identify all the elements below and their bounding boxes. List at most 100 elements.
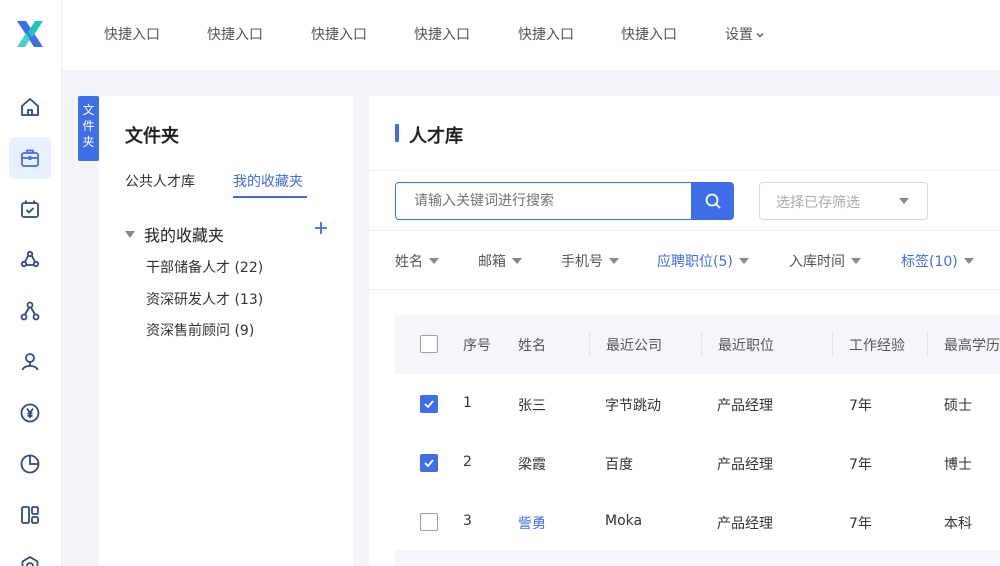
rail-calendar[interactable] [9, 188, 51, 230]
rail-org[interactable] [9, 290, 51, 332]
filter-tags[interactable]: 标签(10) [901, 251, 974, 271]
cell-education: 本科 [944, 516, 972, 532]
tree-item-cadre-reserve[interactable]: 干部储备人才 (22) [146, 257, 263, 277]
filter-entry-time[interactable]: 入库时间 [789, 251, 861, 271]
col-header-recent-company[interactable]: 最近公司 [606, 335, 662, 355]
col-header-name[interactable]: 姓名 [518, 335, 546, 355]
col-header-index: 序号 [463, 338, 491, 354]
active-tab-indicator [233, 196, 307, 198]
nav-settings-menu[interactable]: 设置 [725, 24, 765, 44]
col-header-education[interactable]: 最高学历 [944, 335, 1000, 355]
rail-layout[interactable] [9, 494, 51, 536]
table-row[interactable]: 3 訾勇 Moka 产品经理 7年 本科 [395, 492, 1000, 551]
checkmark-icon [424, 459, 434, 468]
search-icon [705, 193, 721, 209]
search-input[interactable] [395, 182, 692, 220]
filter-applied-position[interactable]: 应聘职位(5) [657, 251, 749, 271]
settings-icon [21, 555, 39, 566]
nav-settings-label: 设置 [725, 27, 753, 43]
cell-name[interactable]: 梁霞 [518, 454, 546, 474]
col-header-recent-position[interactable]: 最近职位 [718, 335, 774, 355]
caret-down-icon [125, 231, 135, 238]
rail-user[interactable] [9, 341, 51, 383]
filter-name[interactable]: 姓名 [395, 251, 439, 271]
caret-down-icon [738, 258, 749, 264]
filter-name-label: 姓名 [395, 254, 423, 270]
nav-quick-entry-4[interactable]: 快捷入口 [414, 24, 470, 44]
user-icon [21, 353, 39, 371]
org-nodes-icon [20, 301, 40, 321]
tree-root-my-favorites[interactable]: 我的收藏夹 [125, 222, 224, 246]
briefcase-icon [21, 149, 39, 167]
cell-education: 硕士 [944, 398, 972, 414]
tree-item-senior-rd[interactable]: 资深研发人才 (13) [146, 289, 263, 309]
column-separator [927, 332, 928, 356]
divider [369, 289, 1000, 290]
cell-recent-company: 字节跳动 [605, 398, 661, 414]
x-logo[interactable] [15, 20, 45, 48]
divider [369, 230, 1000, 231]
cell-name-link[interactable]: 訾勇 [518, 513, 546, 533]
cell-education: 博士 [944, 457, 972, 473]
search-button[interactable] [691, 182, 734, 220]
folder-side-tab[interactable]: 文件夹 [78, 96, 99, 161]
tree-item-senior-presales[interactable]: 资深售前顾问 (9) [146, 320, 254, 340]
nav-quick-entry-6[interactable]: 快捷入口 [621, 24, 677, 44]
row-checkbox[interactable] [420, 395, 438, 413]
layout-icon [21, 506, 39, 524]
icon-rail [0, 0, 62, 566]
cell-experience: 7年 [849, 398, 872, 414]
yen-icon [20, 403, 40, 423]
filter-phone-label: 手机号 [561, 254, 603, 270]
cell-recent-position: 产品经理 [717, 457, 773, 473]
divider [369, 170, 1000, 171]
cell-index: 2 [463, 454, 472, 470]
column-separator [832, 332, 833, 356]
caret-down-icon [429, 258, 439, 264]
saved-filter-select[interactable]: 选择已存筛选 [759, 182, 928, 220]
caret-down-icon [512, 258, 522, 264]
table-row[interactable]: 2 梁霞 百度 产品经理 7年 博士 [395, 433, 1000, 492]
recycle-icon [20, 250, 40, 268]
rail-finance[interactable] [9, 392, 51, 434]
table-row[interactable]: 1 张三 字节跳动 产品经理 7年 硕士 [395, 374, 1000, 433]
dropdown-caret-icon [899, 198, 909, 204]
rail-recycle[interactable] [9, 239, 51, 281]
caret-down-icon [851, 258, 861, 264]
nav-quick-entry-2[interactable]: 快捷入口 [207, 24, 263, 44]
cell-index: 1 [463, 395, 472, 411]
cell-recent-company: 百度 [605, 457, 633, 473]
nav-quick-entry-1[interactable]: 快捷入口 [104, 24, 160, 44]
nav-quick-entry-5[interactable]: 快捷入口 [518, 24, 574, 44]
tab-my-favorites[interactable]: 我的收藏夹 [233, 171, 303, 191]
cell-index: 3 [463, 513, 472, 529]
filter-email[interactable]: 邮箱 [478, 251, 522, 271]
rail-home[interactable] [9, 86, 51, 128]
table-next-row-stripe [395, 550, 1000, 566]
folder-panel-title: 文件夹 [125, 126, 179, 147]
rail-settings[interactable] [9, 545, 51, 566]
row-checkbox[interactable] [420, 454, 438, 472]
filter-phone[interactable]: 手机号 [561, 251, 619, 271]
filter-applied-position-label: 应聘职位(5) [657, 254, 733, 270]
nav-quick-entry-3[interactable]: 快捷入口 [311, 24, 367, 44]
talent-pool-panel: 人才库 选择已存筛选 姓名 邮箱 手机号 应聘职位(5) 入库时间 标签(10)… [369, 96, 1000, 566]
title-accent-bar [395, 124, 399, 142]
cell-name[interactable]: 张三 [518, 395, 546, 415]
saved-filter-placeholder: 选择已存筛选 [776, 195, 860, 211]
cell-experience: 7年 [849, 457, 872, 473]
column-separator [701, 332, 702, 356]
checkmark-icon [424, 400, 434, 409]
select-all-checkbox[interactable] [420, 335, 438, 353]
col-header-experience[interactable]: 工作经验 [849, 335, 905, 355]
filter-entry-time-label: 入库时间 [789, 254, 845, 270]
rail-report[interactable] [9, 443, 51, 485]
rail-briefcase[interactable] [9, 137, 51, 179]
add-folder-icon[interactable] [313, 220, 329, 236]
tree-root-label: 我的收藏夹 [144, 226, 225, 245]
calendar-check-icon [21, 200, 39, 218]
tab-public-talent-pool[interactable]: 公共人才库 [125, 171, 195, 191]
folder-panel: 文件夹 公共人才库 我的收藏夹 我的收藏夹 干部储备人才 (22) 资深研发人才… [99, 96, 353, 566]
table-header: 序号 姓名 最近公司 最近职位 工作经验 最高学历 [395, 315, 1000, 374]
row-checkbox[interactable] [420, 513, 438, 531]
